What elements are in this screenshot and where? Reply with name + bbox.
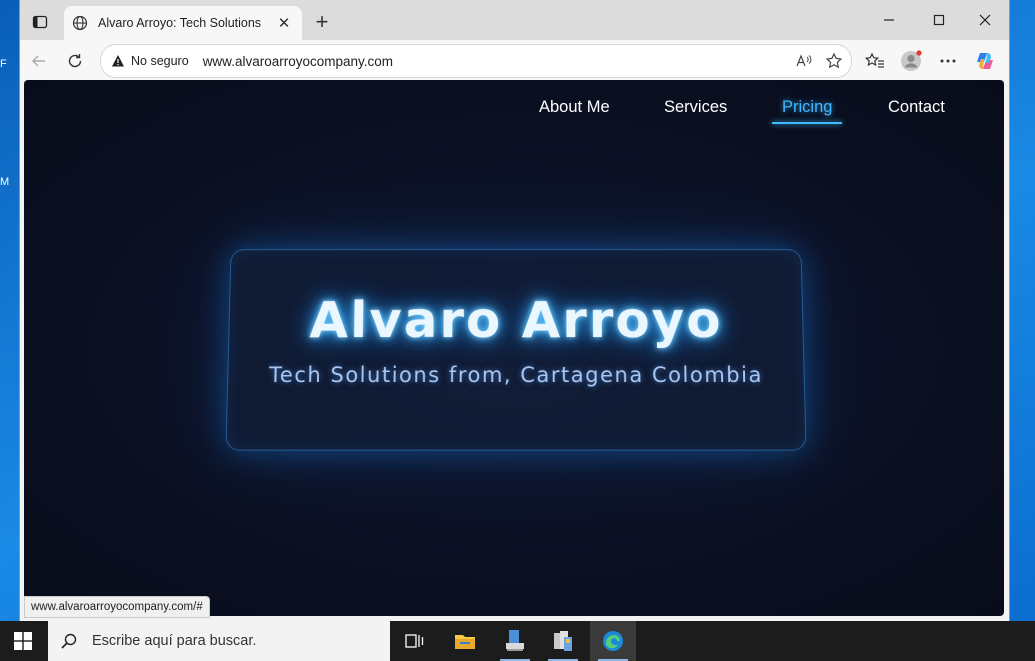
edge-button[interactable] (590, 621, 636, 661)
tab-bar: Alvaro Arroyo: Tech Solutions ✕ + (20, 0, 1009, 40)
maximize-button[interactable] (916, 4, 962, 36)
back-button[interactable] (26, 48, 52, 74)
search-icon (60, 632, 78, 650)
security-label[interactable]: No seguro (131, 54, 189, 68)
minimize-button[interactable] (866, 4, 912, 36)
server-manager-button[interactable] (540, 621, 586, 661)
url-text[interactable]: www.alvaroarroyocompany.com (203, 54, 791, 69)
windows-logo-icon (14, 632, 32, 650)
close-window-button[interactable] (962, 4, 1008, 36)
back-arrow-icon (30, 52, 48, 70)
refresh-button[interactable] (62, 48, 88, 74)
hero-card: Alvaro Arroyo Tech Solutions from, Carta… (225, 249, 806, 451)
active-nav-underline (772, 122, 842, 124)
taskbar: Escribe aquí para buscar. (0, 621, 1035, 661)
desktop-text-fragment: M (0, 176, 9, 188)
taskbar-search[interactable]: Escribe aquí para buscar. (48, 621, 390, 661)
task-view-icon (405, 632, 425, 650)
web-page: About Me Services Pricing Contact Alvaro… (24, 80, 1004, 616)
desktop-text-fragment: F (0, 58, 7, 70)
minimize-icon (883, 14, 895, 26)
edge-icon (601, 629, 625, 653)
browser-toolbar: No seguro www.alvaroarroyocompany.com (20, 40, 1009, 80)
globe-icon (72, 15, 88, 31)
network-app-button[interactable] (492, 621, 538, 661)
maximize-icon (933, 14, 945, 26)
favorite-star-icon[interactable] (821, 48, 847, 74)
status-bar-url: www.alvaroarroyocompany.com/# (24, 596, 210, 618)
nav-about-me[interactable]: About Me (539, 98, 610, 117)
copilot-icon (974, 50, 996, 72)
copilot-button[interactable] (972, 48, 998, 74)
close-tab-icon[interactable]: ✕ (272, 11, 296, 35)
warning-icon[interactable] (111, 54, 125, 68)
favorites-button[interactable] (862, 48, 888, 74)
address-bar[interactable]: No seguro www.alvaroarroyocompany.com (100, 44, 852, 78)
favorites-list-icon (865, 52, 885, 70)
nav-contact[interactable]: Contact (888, 98, 945, 117)
task-view-button[interactable] (392, 621, 438, 661)
refresh-icon (66, 52, 84, 70)
read-aloud-icon[interactable] (791, 48, 817, 74)
network-app-icon (503, 629, 527, 653)
new-tab-button[interactable]: + (310, 10, 334, 34)
search-placeholder: Escribe aquí para buscar. (92, 633, 256, 649)
hero-title: Alvaro Arroyo (229, 291, 803, 349)
server-manager-icon (551, 629, 575, 653)
tab-title: Alvaro Arroyo: Tech Solutions (98, 16, 272, 30)
profile-button[interactable] (898, 48, 924, 74)
file-explorer-icon (454, 631, 476, 651)
start-button[interactable] (0, 621, 46, 661)
hero-subtitle: Tech Solutions from, Cartagena Colombia (228, 363, 804, 387)
settings-more-button[interactable] (935, 48, 961, 74)
tab-actions-icon (32, 14, 48, 30)
avatar-icon (899, 49, 923, 73)
tab-actions-button[interactable] (28, 10, 52, 34)
site-nav: About Me Services Pricing Contact (24, 80, 1004, 130)
browser-window: Alvaro Arroyo: Tech Solutions ✕ + No seg… (20, 0, 1009, 621)
nav-services[interactable]: Services (664, 98, 727, 117)
file-explorer-button[interactable] (442, 621, 488, 661)
close-icon (979, 14, 991, 26)
browser-tab[interactable]: Alvaro Arroyo: Tech Solutions ✕ (64, 6, 302, 40)
nav-pricing[interactable]: Pricing (782, 98, 832, 117)
more-options-icon (939, 58, 957, 64)
